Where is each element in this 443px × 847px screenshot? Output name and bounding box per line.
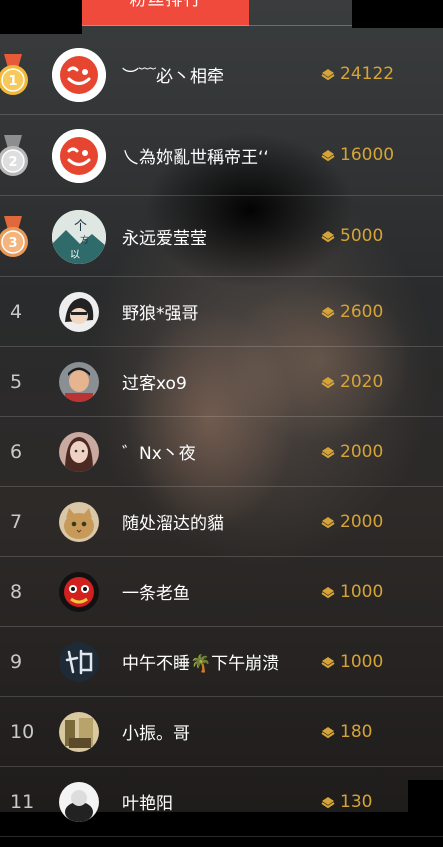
weibo-logo-icon[interactable] (52, 129, 106, 183)
weibo-logo-icon[interactable] (52, 48, 106, 102)
coin-icon (320, 417, 336, 486)
contribution-score: 180 (340, 721, 373, 742)
rank-number: 6 (10, 440, 23, 463)
ranking-row[interactable]: 4 野狼*强哥 2600 (0, 277, 443, 347)
user-name: 随处溜达的貓 (122, 514, 224, 534)
silver-medal-icon: 2 (0, 135, 34, 177)
user-name: 过客xo9 (122, 374, 187, 394)
gold-medal-icon: 1 (0, 54, 34, 96)
divider (82, 25, 352, 26)
user-name: 一条老鱼 (122, 584, 190, 604)
ranking-row[interactable]: 3 个方以永远爱莹莹 5000 (0, 196, 443, 277)
coin-icon (320, 767, 336, 836)
svg-text:方: 方 (80, 234, 89, 246)
svg-text:以: 以 (70, 250, 80, 261)
frame-edge (0, 0, 82, 34)
svg-text:3: 3 (8, 236, 17, 251)
contribution-score: 2020 (340, 371, 384, 392)
rank-number: 9 (10, 650, 23, 673)
contribution-score: 1000 (340, 581, 384, 602)
coin-icon (320, 34, 336, 114)
photo-avatar-icon[interactable] (59, 712, 99, 752)
girl-avatar-icon[interactable] (59, 432, 99, 472)
rank-number: 10 (10, 720, 35, 743)
calligraphy-avatar-icon[interactable] (59, 642, 99, 682)
ranking-row[interactable]: 6 ゛Nx丶夜 2000 (0, 417, 443, 487)
landscape-avatar-icon[interactable]: 个方以 (52, 210, 106, 264)
user-name: 永远爱莹莹 (122, 228, 207, 249)
coin-icon (320, 196, 336, 276)
contribution-score: 2000 (340, 511, 384, 532)
bronze-medal-icon: 3 (0, 216, 34, 258)
lion-dance-avatar-icon[interactable] (59, 572, 99, 612)
coin-icon (320, 115, 336, 195)
coin-icon (320, 347, 336, 416)
contribution-score: 2000 (340, 441, 384, 462)
coin-icon (320, 487, 336, 556)
coin-icon (320, 277, 336, 346)
user-name: 叶艳阳 (122, 794, 173, 814)
ranking-list: 1 ︶﹋必丶相牵 24122 2 乀為妳亂世稱帝王‘‘ 16000 3 个方以永远爱莹莹 500… (0, 34, 443, 837)
ranking-row[interactable]: 1 ︶﹋必丶相牵 24122 (0, 34, 443, 115)
cartoon-avatar-icon[interactable] (59, 292, 99, 332)
user-name: ゛Nx丶夜 (122, 444, 196, 464)
ranking-row[interactable]: 10 小振。哥 180 (0, 697, 443, 767)
rank-number: 7 (10, 510, 23, 533)
rank-number: 11 (10, 790, 35, 813)
svg-text:个: 个 (74, 219, 87, 234)
ranking-row[interactable]: 8 一条老鱼 1000 (0, 557, 443, 627)
ranking-row[interactable]: 2 乀為妳亂世稱帝王‘‘ 16000 (0, 115, 443, 196)
user-name: 中午不睡🌴下午崩溃 (122, 654, 280, 674)
boy-avatar-icon[interactable] (59, 362, 99, 402)
user-name: ︶﹋必丶相牵 (122, 66, 224, 87)
ranking-row[interactable]: 7 随处溜达的貓 2000 (0, 487, 443, 557)
contribution-score: 2600 (340, 301, 384, 322)
contribution-score: 16000 (340, 145, 395, 165)
coin-icon (320, 627, 336, 696)
svg-text:2: 2 (8, 155, 17, 170)
svg-text:1: 1 (8, 74, 17, 89)
white-avatar-icon[interactable] (59, 782, 99, 822)
contribution-score: 1000 (340, 651, 384, 672)
frame-edge (352, 0, 443, 28)
cat-avatar-icon[interactable] (59, 502, 99, 542)
user-name: 乀為妳亂世稱帝王‘‘ (122, 147, 269, 168)
contribution-score: 24122 (340, 64, 395, 84)
ranking-row[interactable]: 11 叶艳阳 130 (0, 767, 443, 837)
coin-icon (320, 557, 336, 626)
rank-number: 8 (10, 580, 23, 603)
ranking-row[interactable]: 9 中午不睡🌴下午崩溃 1000 (0, 627, 443, 697)
user-name: 小振。哥 (122, 724, 190, 744)
rank-number: 5 (10, 370, 23, 393)
contribution-score: 130 (340, 791, 373, 812)
rank-number: 4 (10, 300, 23, 323)
contribution-score: 5000 (340, 226, 384, 246)
coin-icon (320, 697, 336, 766)
tab-fan-ranking[interactable]: 粉丝排行 (82, 0, 249, 26)
user-name: 野狼*强哥 (122, 304, 199, 324)
ranking-row[interactable]: 5 过客xo9 2020 (0, 347, 443, 417)
